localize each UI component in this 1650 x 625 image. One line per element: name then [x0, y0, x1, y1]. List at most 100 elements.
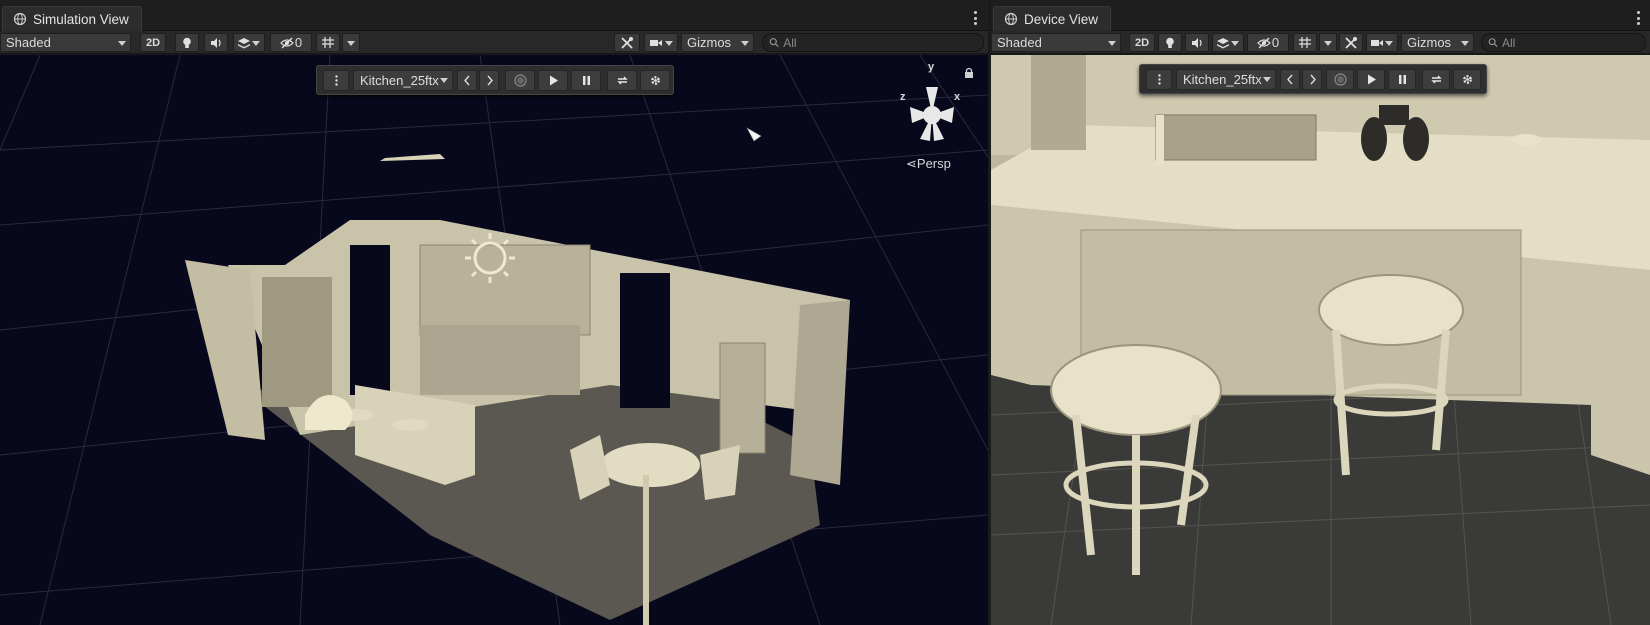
lighting-toggle-button[interactable] [175, 33, 199, 52]
audio-toggle-button[interactable] [204, 33, 228, 52]
pause-icon [582, 76, 590, 85]
hidden-count: 0 [294, 35, 303, 50]
device-tools-button[interactable] [1339, 33, 1363, 52]
device-scene-name: Kitchen_25ftx [1183, 72, 1262, 87]
light-bulb-icon [1166, 37, 1174, 48]
lock-icon[interactable] [964, 67, 974, 78]
projection-label: Persp [916, 156, 951, 171]
simulation-view-panel: Simulation View Shaded 2D 0 Gizmos All K… [0, 0, 988, 625]
tools-button[interactable] [614, 33, 640, 52]
overlay-menu-button[interactable] [323, 70, 349, 91]
audio-icon [1192, 37, 1202, 48]
device-tab-label: Device View [1024, 11, 1099, 27]
scene-orientation-gizmo[interactable] [900, 77, 970, 147]
globe-icon [1004, 12, 1018, 26]
record-icon [513, 74, 527, 87]
device-restart-button[interactable] [1422, 69, 1450, 90]
device-pause-button[interactable] [1388, 69, 1416, 90]
search-input[interactable] [783, 35, 983, 50]
restart-button[interactable] [607, 70, 637, 91]
prev-icon [1286, 74, 1293, 85]
pause-button[interactable] [571, 70, 601, 91]
kitchen-scene-3d [0, 55, 988, 625]
device-grid-toggle[interactable] [1293, 33, 1317, 52]
device-next-scene-button[interactable] [1302, 69, 1322, 90]
search-icon [769, 38, 779, 48]
device-toggle-2d-label: 2D [1134, 36, 1150, 49]
scene-visibility-button[interactable]: 0 [270, 33, 312, 52]
device-gizmos-dropdown[interactable]: Gizmos [1401, 33, 1474, 52]
device-overlay-settings-button[interactable] [1453, 69, 1481, 90]
simulation-toolbar: Shaded 2D 0 Gizmos [0, 31, 988, 54]
device-audio-toggle[interactable] [1185, 33, 1209, 52]
device-scene-select-dropdown[interactable]: Kitchen_25ftx [1176, 69, 1276, 90]
gizmo-z-label: z [900, 91, 906, 103]
device-viewport[interactable]: Kitchen_25ftx [991, 55, 1650, 625]
tab-device-view[interactable]: Device View [993, 6, 1112, 31]
device-hierarchy-search[interactable] [1481, 33, 1646, 52]
simulation-viewport[interactable]: Kitchen_25ftx y x z ⋖Persp [0, 55, 988, 625]
light-bulb-icon [183, 37, 191, 48]
hidden-eye-icon [280, 37, 294, 48]
draw-mode-value: Shaded [6, 35, 51, 50]
next-icon [486, 75, 493, 86]
grid-toggle-button[interactable] [316, 33, 340, 52]
device-grid-options-dropdown[interactable] [1319, 33, 1337, 52]
tools-icon [621, 36, 633, 49]
audio-icon [211, 37, 221, 48]
device-visibility-button[interactable]: 0 [1247, 33, 1289, 52]
restart-icon [1430, 75, 1442, 84]
globe-icon [13, 12, 27, 26]
camera-dropdown[interactable] [644, 33, 678, 52]
device-search-input[interactable] [1502, 35, 1645, 50]
device-tab-menu-icon[interactable] [1631, 9, 1645, 27]
restart-icon [616, 76, 628, 85]
settings-icon [650, 76, 660, 85]
scene-select-dropdown[interactable]: Kitchen_25ftx [353, 70, 453, 91]
simulation-tab-label: Simulation View [33, 11, 129, 27]
kitchen-closeup-scene [991, 55, 1650, 625]
tab-simulation-view[interactable]: Simulation View [2, 6, 142, 31]
grid-options-dropdown[interactable] [342, 33, 360, 52]
settings-icon [1462, 75, 1472, 84]
device-camera-dropdown[interactable] [1366, 33, 1398, 52]
device-overlay-menu-button[interactable] [1146, 69, 1172, 90]
record-icon [1333, 73, 1347, 86]
device-tab-bar: Device View [991, 0, 1650, 31]
device-draw-mode-dropdown[interactable]: Shaded [991, 33, 1121, 52]
device-record-button[interactable] [1326, 69, 1354, 90]
draw-mode-dropdown[interactable]: Shaded [0, 33, 131, 52]
device-view-panel: Device View Shaded 2D 0 Gizmos All Kitch… [991, 0, 1650, 625]
scene-name: Kitchen_25ftx [360, 73, 439, 88]
next-icon [1309, 74, 1316, 85]
device-effects-dropdown[interactable] [1212, 33, 1244, 52]
effects-dropdown[interactable] [233, 33, 265, 52]
play-button[interactable] [538, 70, 568, 91]
prev-scene-button[interactable] [457, 70, 477, 91]
kebab-menu-icon [334, 75, 338, 86]
simulation-tab-menu-icon[interactable] [968, 9, 982, 27]
device-lighting-toggle[interactable] [1158, 33, 1182, 52]
record-button[interactable] [505, 70, 535, 91]
simulation-tab-bar: Simulation View [0, 0, 988, 31]
device-prev-scene-button[interactable] [1280, 69, 1300, 90]
device-toolbar: Shaded 2D 0 Gizmos [991, 31, 1650, 54]
device-play-button[interactable] [1357, 69, 1385, 90]
hierarchy-search[interactable] [762, 33, 984, 52]
persp-arrow-icon: ⋖ [906, 156, 917, 171]
toggle-2d-button[interactable]: 2D [140, 33, 166, 52]
toggle-2d-label: 2D [145, 36, 161, 49]
kebab-menu-icon [1157, 74, 1161, 85]
grid-icon [322, 36, 334, 48]
device-toggle-2d-button[interactable]: 2D [1129, 33, 1155, 52]
gizmo-y-label: y [928, 61, 935, 73]
hidden-eye-icon [1257, 37, 1271, 48]
next-scene-button[interactable] [479, 70, 499, 91]
gizmos-dropdown[interactable]: Gizmos [681, 33, 754, 52]
prev-icon [463, 75, 470, 86]
effects-layers-icon [238, 37, 250, 48]
overlay-settings-button[interactable] [640, 70, 670, 91]
projection-toggle[interactable]: ⋖Persp [906, 156, 951, 172]
device-overlay-toolbar: Kitchen_25ftx [1139, 64, 1487, 94]
simulation-overlay-toolbar: Kitchen_25ftx [316, 65, 674, 95]
